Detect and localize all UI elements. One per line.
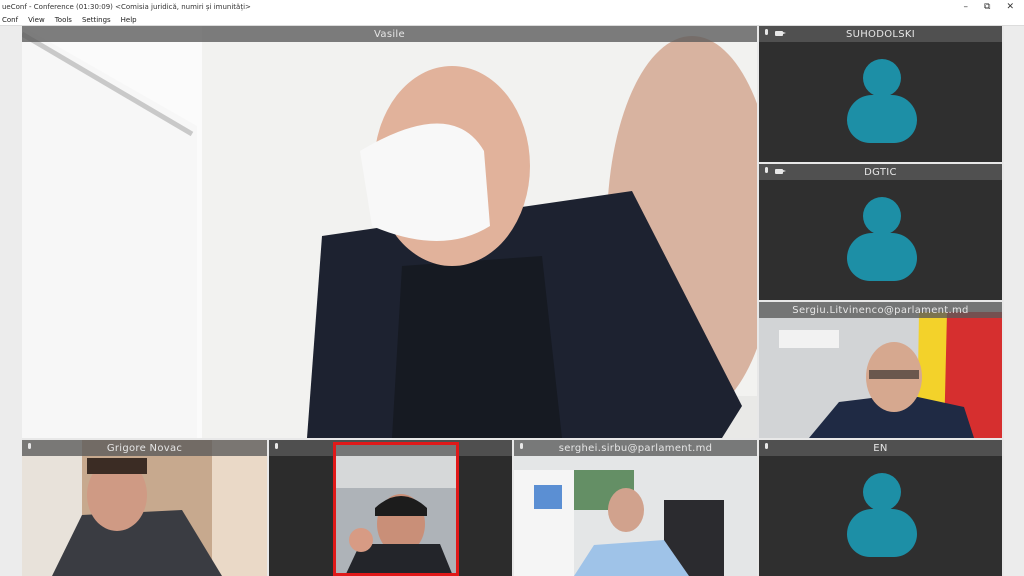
menu-help[interactable]: Help bbox=[121, 16, 137, 24]
minimize-icon[interactable]: – bbox=[964, 2, 969, 12]
user-avatar-icon bbox=[841, 196, 921, 289]
participant-name: Sergiu.Litvinenco@parlament.md bbox=[792, 304, 969, 316]
active-speaker-highlight bbox=[333, 442, 459, 576]
camera-icon[interactable] bbox=[775, 167, 786, 176]
participant-name-bar: Sergiu.Litvinenco@parlament.md bbox=[759, 302, 1002, 318]
participant-name: SUHODOLSKI bbox=[845, 28, 916, 40]
restore-icon[interactable]: ⧉ bbox=[984, 2, 990, 12]
mic-icon[interactable] bbox=[273, 443, 281, 452]
close-icon[interactable]: ✕ bbox=[1006, 2, 1014, 12]
participant-name-bar: SUHODOLSKI bbox=[759, 26, 1002, 42]
participant-video bbox=[759, 302, 1002, 438]
participant-name: EN bbox=[873, 442, 888, 454]
video-tile-dgtic[interactable]: DGTIC bbox=[759, 164, 1002, 300]
main-video-tile[interactable]: Vasile bbox=[22, 26, 757, 438]
video-tile-suhodolski[interactable]: SUHODOLSKI bbox=[759, 26, 1002, 162]
participant-name: DGTIC bbox=[864, 166, 897, 178]
participant-name-bar: Vasile bbox=[22, 26, 757, 42]
mic-icon[interactable] bbox=[763, 29, 771, 38]
camera-icon[interactable] bbox=[775, 29, 786, 38]
menu-tools[interactable]: Tools bbox=[55, 16, 72, 24]
user-avatar-icon bbox=[841, 58, 921, 151]
participant-name-bar: DGTIC bbox=[759, 164, 1002, 180]
participant-name-bar: Grigore Novac bbox=[22, 440, 267, 456]
participant-video bbox=[22, 440, 267, 576]
conference-layout: Vasile SUHODOLSKI DGTIC Sergiu.Litvinenc… bbox=[22, 26, 1004, 576]
participant-name: Grigore Novac bbox=[106, 442, 183, 454]
user-avatar-icon bbox=[841, 472, 921, 565]
mic-icon[interactable] bbox=[26, 443, 34, 452]
video-tile-en[interactable]: EN bbox=[759, 440, 1002, 576]
menu-conf[interactable]: Conf bbox=[2, 16, 18, 24]
participant-video bbox=[22, 26, 757, 438]
mic-icon[interactable] bbox=[763, 443, 771, 452]
video-tile-active-speaker[interactable] bbox=[269, 440, 512, 576]
participant-name: Vasile bbox=[374, 28, 405, 40]
participant-name-bar: serghei.sirbu@parlament.md bbox=[514, 440, 757, 456]
menu-settings[interactable]: Settings bbox=[82, 16, 111, 24]
window-controls: – ⧉ ✕ bbox=[964, 2, 1024, 12]
participant-name: serghei.sirbu@parlament.md bbox=[558, 442, 713, 454]
window-titlebar: ueConf - Conference (01:30:09) <Comisia … bbox=[0, 0, 1024, 14]
window-title: ueConf - Conference (01:30:09) <Comisia … bbox=[2, 3, 251, 11]
menu-bar: Conf View Tools Settings Help bbox=[0, 14, 1024, 26]
menu-view[interactable]: View bbox=[28, 16, 45, 24]
participant-video bbox=[514, 440, 757, 576]
participant-name-bar: EN bbox=[759, 440, 1002, 456]
video-tile-litvinenco[interactable]: Sergiu.Litvinenco@parlament.md bbox=[759, 302, 1002, 438]
video-tile-serghei-sirbu[interactable]: serghei.sirbu@parlament.md bbox=[514, 440, 757, 576]
video-tile-grigore-novac[interactable]: Grigore Novac bbox=[22, 440, 267, 576]
mic-icon[interactable] bbox=[518, 443, 526, 452]
mic-icon[interactable] bbox=[763, 167, 771, 176]
